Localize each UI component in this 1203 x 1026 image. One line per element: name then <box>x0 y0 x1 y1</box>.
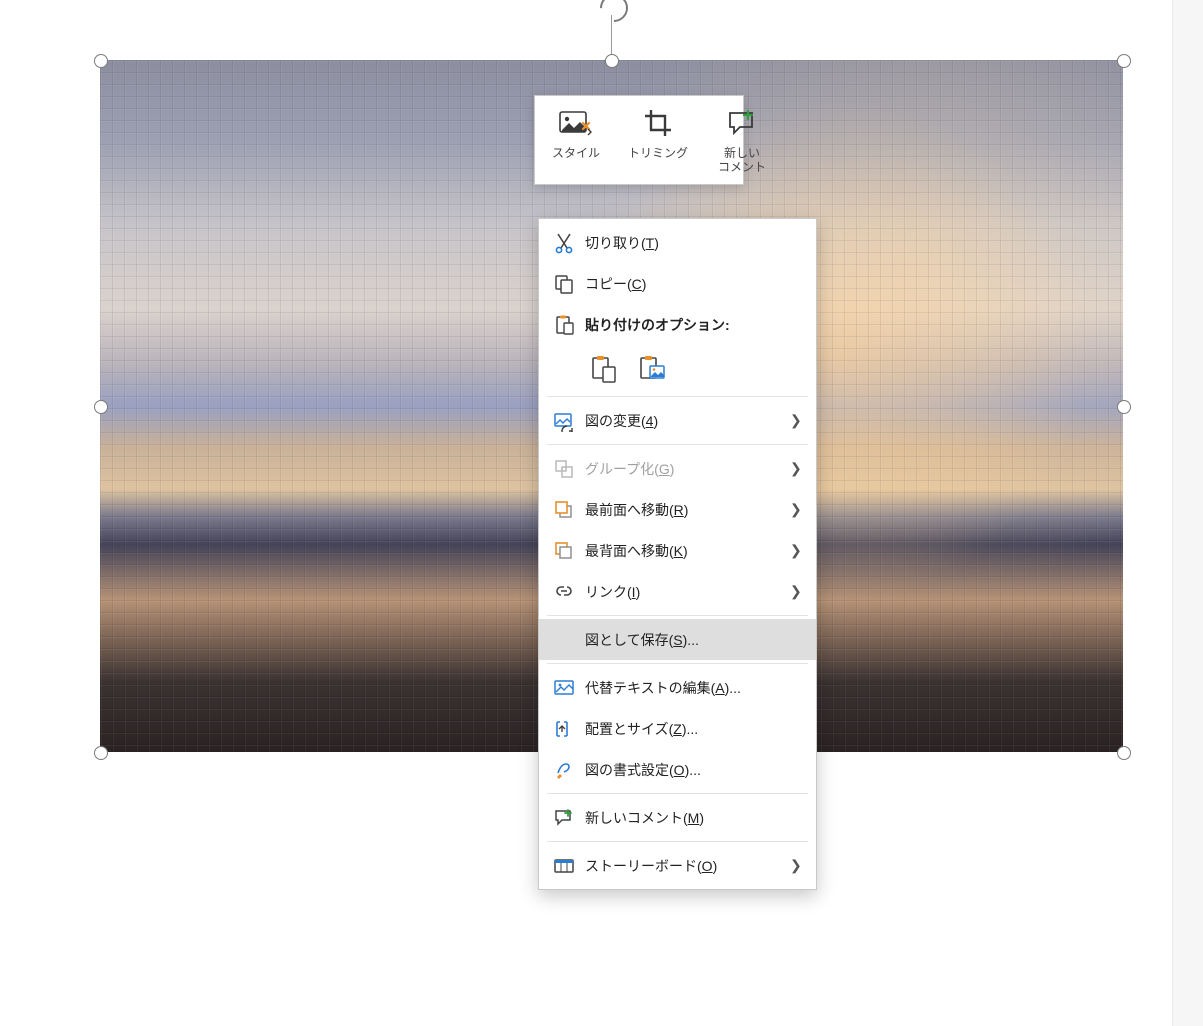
menu-format-picture-label: 図の書式設定(O)... <box>579 760 806 780</box>
menu-link[interactable]: リンク(I) ❯ <box>539 571 816 612</box>
handle-tl[interactable] <box>94 54 108 68</box>
style-button[interactable]: スタイル <box>535 96 617 184</box>
handle-br[interactable] <box>1117 746 1131 760</box>
menu-change-picture[interactable]: 図の変更(4) ❯ <box>539 400 816 441</box>
menu-edit-alt-text[interactable]: 代替テキストの編集(A)... <box>539 667 816 708</box>
storyboard-icon <box>549 851 579 881</box>
menu-storyboard-label: ストーリーボード(O) <box>579 856 790 876</box>
link-icon <box>549 577 579 607</box>
menu-bring-to-front-label: 最前面へ移動(R) <box>579 500 790 520</box>
crop-label: トリミング <box>628 146 688 160</box>
context-menu: 切り取り(T) コピー(C) 貼り付けのオプション: <box>538 218 817 890</box>
menu-paste-options-label: 貼り付けのオプション: <box>579 315 806 335</box>
menu-change-picture-label: 図の変更(4) <box>579 411 790 431</box>
menu-separator-2 <box>547 444 808 445</box>
submenu-arrow-icon: ❯ <box>790 460 806 477</box>
new-comment-icon <box>549 803 579 833</box>
menu-new-comment-label: 新しいコメント(M) <box>579 808 806 828</box>
menu-send-to-back-label: 最背面へ移動(K) <box>579 541 790 561</box>
crop-icon <box>641 106 675 140</box>
style-label: スタイル <box>552 146 600 160</box>
submenu-arrow-icon: ❯ <box>790 583 806 600</box>
menu-separator-5 <box>547 793 808 794</box>
new-comment-label: 新しい コメント <box>718 146 766 174</box>
menu-save-as-picture-label: 図として保存(S)... <box>579 630 806 650</box>
paste-options-row <box>539 345 816 393</box>
mini-toolbar: スタイル トリミング 新しい コメント <box>534 95 744 185</box>
menu-separator-6 <box>547 841 808 842</box>
change-picture-icon <box>549 406 579 436</box>
menu-copy-label: コピー(C) <box>579 274 806 294</box>
paste-as-picture-button[interactable] <box>633 350 671 388</box>
handle-ml[interactable] <box>94 400 108 414</box>
cut-icon <box>549 228 579 258</box>
menu-bring-to-front[interactable]: 最前面へ移動(R) ❯ <box>539 489 816 530</box>
submenu-arrow-icon: ❯ <box>790 412 806 429</box>
menu-edit-alt-text-label: 代替テキストの編集(A)... <box>579 678 806 698</box>
handle-bl[interactable] <box>94 746 108 760</box>
menu-separator-4 <box>547 663 808 664</box>
menu-copy[interactable]: コピー(C) <box>539 263 816 304</box>
menu-group: グループ化(G) ❯ <box>539 448 816 489</box>
handle-tr[interactable] <box>1117 54 1131 68</box>
menu-paste-options-heading: 貼り付けのオプション: <box>539 304 816 345</box>
menu-group-label: グループ化(G) <box>579 459 790 479</box>
menu-format-picture[interactable]: 図の書式設定(O)... <box>539 749 816 790</box>
submenu-arrow-icon: ❯ <box>790 542 806 559</box>
format-picture-icon <box>549 755 579 785</box>
group-icon <box>549 454 579 484</box>
menu-size-and-position[interactable]: 配置とサイズ(Z)... <box>539 708 816 749</box>
alt-text-icon <box>549 673 579 703</box>
style-icon <box>559 106 593 140</box>
copy-icon <box>549 269 579 299</box>
paste-picture-icon <box>638 354 666 384</box>
menu-cut[interactable]: 切り取り(T) <box>539 222 816 263</box>
menu-separator-3 <box>547 615 808 616</box>
menu-separator-1 <box>547 396 808 397</box>
send-to-back-icon <box>549 536 579 566</box>
menu-link-label: リンク(I) <box>579 582 790 602</box>
editor-canvas: スタイル トリミング 新しい コメント <box>0 0 1203 1026</box>
rotate-handle-icon[interactable] <box>594 0 634 28</box>
paste-clipboard-icon <box>590 354 618 384</box>
new-comment-label-line1: 新しい <box>724 146 760 160</box>
submenu-arrow-icon: ❯ <box>790 501 806 518</box>
paste-keep-source-button[interactable] <box>585 350 623 388</box>
handle-mr[interactable] <box>1117 400 1131 414</box>
paste-options-icon <box>549 310 579 340</box>
menu-cut-label: 切り取り(T) <box>579 233 806 253</box>
new-comment-icon <box>725 106 759 140</box>
new-comment-label-line2: コメント <box>718 160 766 174</box>
submenu-arrow-icon: ❯ <box>790 857 806 874</box>
blank-icon <box>549 625 579 655</box>
crop-button[interactable]: トリミング <box>617 96 699 184</box>
new-comment-button[interactable]: 新しい コメント <box>699 96 785 184</box>
handle-tc[interactable] <box>605 54 619 68</box>
bring-to-front-icon <box>549 495 579 525</box>
menu-save-as-picture[interactable]: 図として保存(S)... <box>539 619 816 660</box>
menu-send-to-back[interactable]: 最背面へ移動(K) ❯ <box>539 530 816 571</box>
menu-storyboard[interactable]: ストーリーボード(O) ❯ <box>539 845 816 886</box>
scrollbar-gutter[interactable] <box>1172 0 1203 1026</box>
menu-new-comment[interactable]: 新しいコメント(M) <box>539 797 816 838</box>
size-position-icon <box>549 714 579 744</box>
menu-size-and-position-label: 配置とサイズ(Z)... <box>579 719 806 739</box>
